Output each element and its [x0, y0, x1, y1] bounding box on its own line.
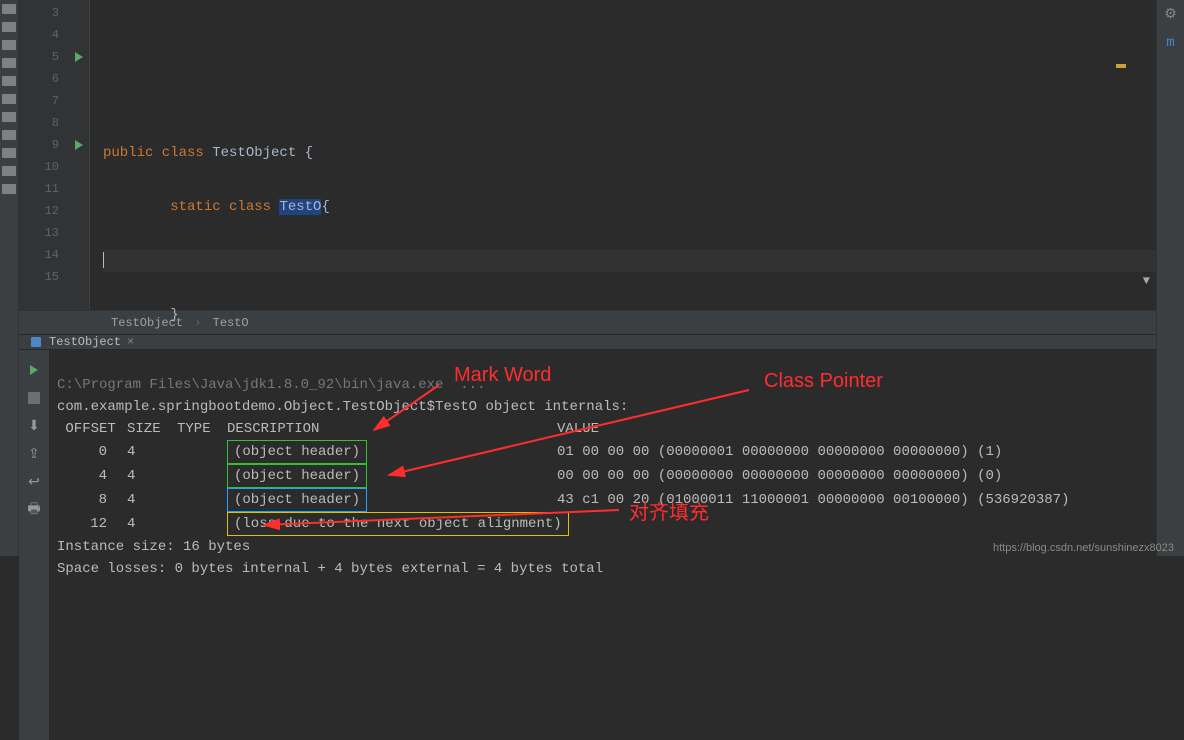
rerun-icon[interactable]	[24, 360, 44, 380]
fold-gutter[interactable]	[89, 0, 103, 310]
export-icon[interactable]: ⇪	[24, 444, 44, 464]
down-icon[interactable]: ⬇	[24, 416, 44, 436]
code-editor[interactable]: 3 4 5 6 7 8 9 10 11 12 13 14 15	[19, 0, 1156, 310]
table-row: 44(object header)00 00 00 00 (00000000 0…	[57, 468, 1002, 484]
annotated-box: (object header)	[227, 488, 367, 512]
annotated-box: (object header)	[227, 440, 367, 464]
console-instance-size: Instance size: 16 bytes	[57, 539, 250, 555]
error-stripe-mark[interactable]	[1116, 64, 1126, 68]
folder-icon	[2, 130, 16, 140]
folder-icon	[2, 22, 16, 32]
project-tool-strip[interactable]	[0, 0, 19, 556]
folder-icon	[2, 94, 16, 104]
annotation-class-pointer: Class Pointer	[764, 370, 883, 393]
col-size: SIZE	[127, 418, 177, 440]
wrap-icon[interactable]: ↩	[24, 472, 44, 492]
code-token: public class	[103, 145, 212, 161]
console-output[interactable]: C:\Program Files\Java\jdk1.8.0_92\bin\ja…	[49, 350, 1156, 740]
col-type: TYPE	[177, 418, 227, 440]
caret	[103, 252, 104, 268]
folder-icon	[2, 112, 16, 122]
console-cmd: C:\Program Files\Java\jdk1.8.0_92\bin\ja…	[57, 377, 485, 393]
code-line: }	[103, 307, 179, 323]
folder-icon	[2, 4, 16, 14]
run-class-icon[interactable]	[69, 46, 89, 68]
console-space-losses: Space losses: 0 bytes internal + 4 bytes…	[57, 561, 603, 577]
folder-icon	[2, 76, 16, 86]
table-row: 124(loss due to the next object alignmen…	[57, 516, 557, 532]
code-token: static class	[103, 199, 279, 215]
run-main-icon[interactable]	[69, 134, 89, 156]
stop-icon[interactable]	[24, 388, 44, 408]
table-row: 84(object header)43 c1 00 20 (01000011 1…	[57, 492, 1069, 508]
code-token: {	[296, 145, 313, 161]
folder-icon	[2, 184, 16, 194]
code-token: TestObject	[212, 145, 296, 161]
folder-icon	[2, 166, 16, 176]
right-tool-strip[interactable]: ⚙ m	[1156, 0, 1184, 556]
console-header: com.example.springbootdemo.Object.TestOb…	[57, 399, 628, 415]
watermark: https://blog.csdn.net/sunshinezx8023	[993, 542, 1174, 554]
maven-icon[interactable]: m	[1166, 35, 1174, 51]
code-token-selected: TestO	[279, 199, 321, 215]
folder-icon	[2, 58, 16, 68]
run-gutter	[69, 0, 89, 310]
chevron-down-icon[interactable]: ▼	[1143, 274, 1150, 288]
line-number-gutter: 3 4 5 6 7 8 9 10 11 12 13 14 15	[19, 0, 69, 310]
run-side-toolbar: ⬇ ⇪ ↩ 🖶	[19, 350, 49, 740]
print-icon[interactable]: 🖶	[24, 500, 44, 520]
code-area[interactable]: public class TestObject { static class T…	[103, 0, 1156, 310]
col-desc: DESCRIPTION	[227, 418, 557, 440]
annotated-box: (object header)	[227, 464, 367, 488]
table-row: 04(object header)01 00 00 00 (00000001 0…	[57, 444, 1002, 460]
settings-icon[interactable]: ⚙	[1164, 6, 1177, 23]
run-config-icon	[29, 335, 43, 349]
folder-icon	[2, 148, 16, 158]
code-token: {	[321, 199, 329, 215]
col-offset: OFFSET	[57, 418, 127, 440]
annotated-box: (loss due to the next object alignment)	[227, 512, 569, 536]
folder-icon	[2, 40, 16, 50]
col-value: VALUE	[557, 418, 599, 440]
